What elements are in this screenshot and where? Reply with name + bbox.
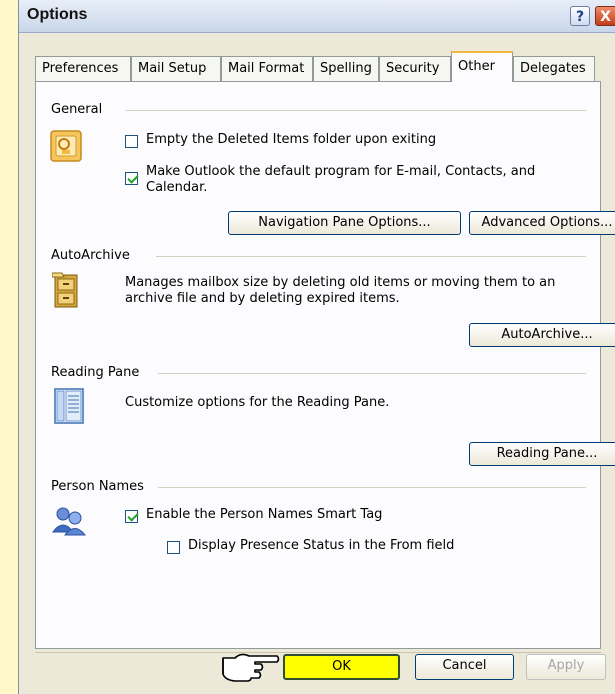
title-bar: Options ? X bbox=[19, 0, 615, 33]
ok-button[interactable]: OK bbox=[283, 654, 400, 680]
check-mark-icon bbox=[127, 172, 139, 184]
reading-pane-divider bbox=[158, 373, 586, 374]
other-tab-panel: General Empty the Deleted Items folder u… bbox=[35, 81, 615, 649]
presence-status-label: Display Presence Status in the From fiel… bbox=[188, 538, 455, 553]
reading-pane-icon bbox=[54, 388, 84, 424]
general-divider bbox=[126, 110, 586, 111]
autoarchive-divider bbox=[156, 256, 586, 257]
tab-security[interactable]: Security bbox=[379, 56, 451, 81]
footer-divider bbox=[35, 652, 601, 653]
person-names-icon bbox=[52, 507, 86, 536]
tab-mail-format[interactable]: Mail Format bbox=[221, 56, 313, 81]
default-program-label-line2: Calendar. bbox=[146, 180, 208, 195]
advanced-options-button[interactable]: Advanced Options... bbox=[469, 211, 615, 235]
autoarchive-button[interactable]: AutoArchive... bbox=[469, 323, 615, 347]
person-names-smart-tag-checkbox[interactable] bbox=[125, 510, 139, 523]
autoarchive-cabinet-icon bbox=[52, 272, 78, 308]
tab-mail-setup[interactable]: Mail Setup bbox=[131, 56, 221, 81]
autoarchive-heading: AutoArchive bbox=[51, 248, 130, 263]
dialog-title: Options bbox=[27, 6, 88, 23]
reading-pane-button[interactable]: Reading Pane... bbox=[469, 442, 615, 466]
check-mark-icon bbox=[127, 510, 139, 522]
empty-deleted-items-label: Empty the Deleted Items folder upon exit… bbox=[146, 132, 437, 147]
tab-spelling[interactable]: Spelling bbox=[313, 56, 379, 81]
reading-pane-description: Customize options for the Reading Pane. bbox=[125, 395, 390, 410]
default-program-checkbox[interactable] bbox=[125, 172, 139, 185]
cancel-button[interactable]: Cancel bbox=[415, 654, 514, 680]
tab-other[interactable]: Other bbox=[451, 51, 513, 82]
reading-pane-heading: Reading Pane bbox=[51, 365, 140, 380]
default-program-label-line1: Make Outlook the default program for E-m… bbox=[146, 164, 536, 179]
presence-status-checkbox[interactable] bbox=[167, 541, 180, 554]
empty-deleted-items-checkbox[interactable] bbox=[125, 135, 138, 148]
help-button[interactable]: ? bbox=[570, 6, 590, 26]
tab-preferences[interactable]: Preferences bbox=[35, 56, 131, 81]
person-names-heading: Person Names bbox=[51, 479, 144, 494]
person-names-divider bbox=[158, 487, 586, 488]
general-heading: General bbox=[51, 102, 103, 117]
tab-delegates[interactable]: Delegates bbox=[513, 56, 595, 81]
autoarchive-description-line1: Manages mailbox size by deleting old ite… bbox=[125, 275, 556, 290]
pointing-hand-icon bbox=[222, 653, 280, 682]
options-dialog: Options ? X Preferences Mail Setup Mail … bbox=[18, 0, 615, 694]
apply-button[interactable]: Apply bbox=[526, 654, 606, 680]
general-options-icon bbox=[50, 130, 82, 162]
navigation-pane-options-button[interactable]: Navigation Pane Options... bbox=[228, 211, 461, 235]
person-names-smart-tag-label: Enable the Person Names Smart Tag bbox=[146, 507, 383, 522]
close-button[interactable]: X bbox=[595, 6, 615, 26]
autoarchive-description-line2: archive file and by deleting expired ite… bbox=[125, 291, 400, 306]
